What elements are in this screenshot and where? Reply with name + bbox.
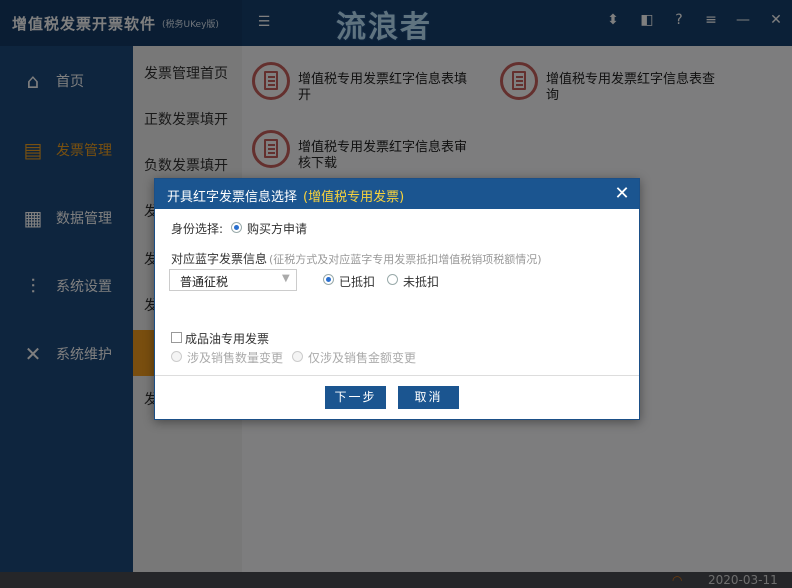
tax-method-value: 普通征税 [180,275,229,289]
not-deducted-radio[interactable] [387,274,398,285]
cancel-button[interactable]: 取消 [398,386,459,409]
oil-invoice-checkbox[interactable] [171,332,182,343]
blue-invoice-info-label: 对应蓝字发票信息 [171,252,268,266]
oil-invoice-label: 成品油专用发票 [185,332,270,346]
deducted-label: 已抵扣 [339,275,376,289]
not-deducted-label: 未抵扣 [403,275,440,289]
next-step-button[interactable]: 下一步 [325,386,386,409]
identity-buyer-radio[interactable] [231,222,242,233]
deducted-radio[interactable] [323,274,334,285]
amount-change-radio[interactable] [292,351,303,362]
chevron-down-icon: ▼ [282,273,290,284]
tax-method-select[interactable]: 普通征税 ▼ [169,269,297,291]
dialog-title-highlight: (增值税专用发票) [303,190,405,205]
dialog-divider [155,375,639,376]
dialog-close-icon[interactable]: ✕ [611,183,633,205]
dialog-title: 开具红字发票信息选择 [167,190,298,205]
blue-invoice-info-hint: (征税方式及对应蓝字专用发票抵扣增值税销项税额情况) [269,253,542,266]
identity-buyer-label: 购买方申请 [247,222,308,236]
identity-label: 身份选择: [171,222,224,236]
qty-change-label: 涉及销售数量变更 [187,351,284,365]
qty-change-radio[interactable] [171,351,182,362]
red-invoice-dialog: 开具红字发票信息选择 (增值税专用发票) ✕ 身份选择: 购买方申请 对应蓝字发… [154,178,640,420]
amount-change-label: 仅涉及销售金额变更 [308,351,417,365]
dialog-header: 开具红字发票信息选择 (增值税专用发票) ✕ [155,179,639,209]
